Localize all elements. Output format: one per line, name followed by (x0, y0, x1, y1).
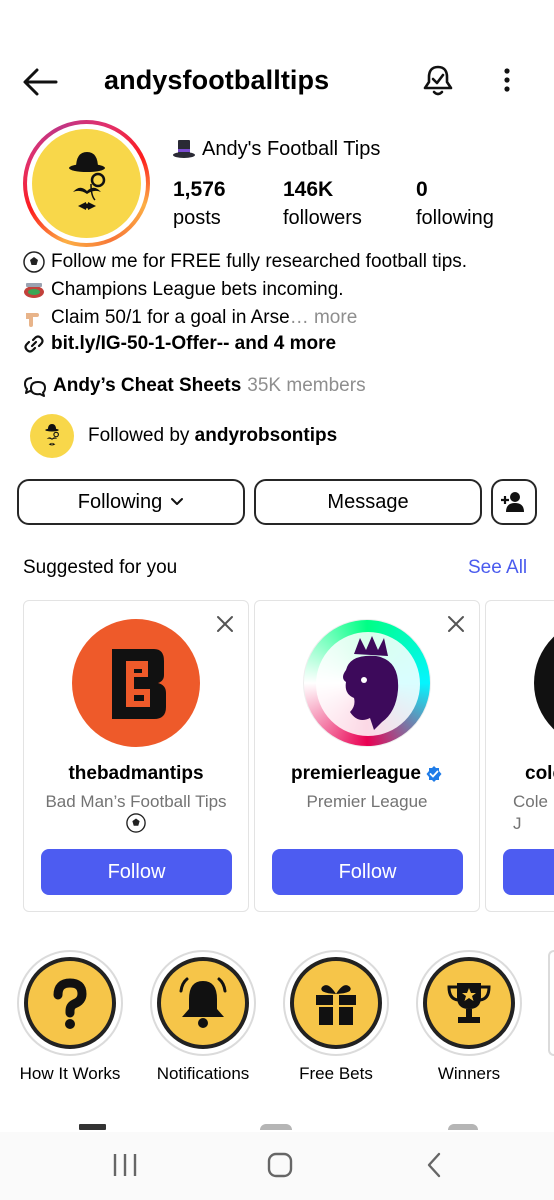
highlight-free-bets[interactable]: Free Bets (282, 950, 390, 1084)
highlight-how-it-works[interactable]: How It Works (16, 950, 124, 1084)
home-icon[interactable] (260, 1148, 300, 1182)
followers-label: followers (283, 207, 362, 229)
highlight-partial[interactable] (548, 950, 554, 1056)
bio-more-link[interactable]: … more (290, 307, 358, 328)
following-label: following (416, 207, 494, 229)
highlight-label: How It Works (19, 1064, 121, 1083)
community-name: Andy’s Cheat Sheets (53, 375, 242, 396)
suggestion-username[interactable]: cole (486, 763, 554, 785)
gentleman-mascot-icon (68, 151, 105, 210)
message-button-label: Message (327, 490, 409, 513)
grid-tab-icon[interactable] (79, 1124, 106, 1130)
bio-text-3: Claim 50/1 for a goal in Arse (51, 307, 290, 328)
bell-icon (179, 977, 227, 1028)
pointing-hand-icon (26, 313, 39, 327)
more-options-icon[interactable] (492, 60, 522, 100)
followed-by-prefix: Followed by (88, 425, 195, 446)
posts-count: 1,576 (173, 178, 226, 201)
bio-text-2: Champions League bets incoming. (51, 279, 344, 300)
suggested-title: Suggested for you (23, 557, 178, 578)
top-hat-icon (173, 140, 195, 158)
soccer-ball-icon (23, 251, 45, 273)
following-button-label: Following (77, 490, 163, 513)
recent-apps-icon[interactable] (105, 1148, 145, 1182)
profile-username: andysfootballtips (104, 65, 330, 95)
profile-display-name: Andy's Football Tips (172, 136, 380, 162)
suggestion-avatar[interactable] (534, 619, 554, 747)
bio-text-1: Follow me for FREE fully researched foot… (51, 251, 468, 272)
question-mark-icon (53, 978, 87, 1029)
highlight-label: Free Bets (299, 1064, 373, 1083)
premier-league-lion-icon (316, 632, 420, 736)
bio-link-text[interactable]: bit.ly/IG-50-1-Offer-- and 4 more (51, 330, 336, 358)
chat-bubbles-icon (24, 377, 46, 397)
suggestion-username-text: premierleague (291, 763, 421, 784)
community-row[interactable]: Andy’s Cheat Sheets 35K members (23, 372, 366, 400)
tagged-tab-icon[interactable] (448, 1124, 478, 1130)
add-user-icon (501, 492, 524, 512)
follower-avatar (30, 414, 74, 458)
posts-stat[interactable]: 1,576 posts (173, 176, 226, 232)
suggestion-username-text: thebadmantips (68, 763, 204, 784)
highlight-notifications[interactable]: Notifications (149, 950, 257, 1084)
profile-avatar[interactable] (23, 120, 150, 247)
suggestion-avatar[interactable] (303, 619, 431, 747)
posts-label: posts (173, 207, 221, 229)
soccer-ball-icon (126, 813, 146, 833)
suggestion-username[interactable]: premierleague (255, 763, 479, 785)
followers-stat[interactable]: 146K followers (283, 176, 362, 232)
system-back-icon[interactable] (415, 1148, 455, 1182)
bio-line-2: Champions League bets incoming. (23, 276, 344, 304)
suggestion-username-text: cole (525, 763, 554, 784)
follow-button[interactable]: Follow (272, 849, 463, 895)
suggestion-card[interactable]: premierleague Premier League Follow (254, 600, 480, 912)
suggestion-subtitle: Premier League (306, 792, 428, 811)
bio-line-3: Claim 50/1 for a goal in Arse… more (23, 304, 357, 332)
followed-by-row[interactable]: Followed by andyrobsontips (30, 414, 337, 458)
verified-badge-icon (426, 766, 442, 782)
followed-by-user[interactable]: andyrobsontips (195, 425, 338, 446)
suggestion-subtitle: Bad Man’s Football Tips (24, 791, 248, 839)
suggestion-subtitle-text: Bad Man’s Football Tips (45, 792, 227, 811)
follow-button[interactable]: Follow (41, 849, 232, 895)
chevron-down-icon (171, 498, 184, 505)
highlight-winners[interactable]: Winners (415, 950, 523, 1084)
add-user-button[interactable] (491, 479, 537, 525)
gentleman-mascot-icon (45, 424, 59, 446)
close-icon[interactable] (445, 613, 467, 635)
notification-bell-icon[interactable] (418, 60, 458, 100)
following-stat[interactable]: 0 following (416, 176, 494, 232)
followers-count: 146K (283, 178, 334, 201)
message-button[interactable]: Message (254, 479, 482, 525)
trophy-icon (447, 983, 491, 1023)
back-arrow-icon[interactable] (20, 62, 60, 102)
link-icon (24, 335, 44, 353)
following-button[interactable]: Following (17, 479, 245, 525)
display-name-text: Andy's Football Tips (202, 138, 381, 160)
suggestion-card[interactable]: thebadmantips Bad Man’s Football Tips Fo… (23, 600, 249, 912)
follow-button[interactable] (503, 849, 554, 895)
community-members: 35K members (247, 375, 366, 396)
see-all-link[interactable]: See All (468, 557, 527, 579)
bio-link-row[interactable]: bit.ly/IG-50-1-Offer-- and 4 more (23, 330, 336, 358)
suggestion-card[interactable]: cole Cole J (485, 600, 554, 912)
suggestion-username[interactable]: thebadmantips (24, 763, 248, 785)
close-icon[interactable] (214, 613, 236, 635)
suggestion-subtitle: Cole J (513, 792, 548, 833)
highlight-label: Notifications (156, 1064, 250, 1083)
stadium-icon (24, 283, 44, 298)
bio-line-1: Follow me for FREE fully researched foot… (23, 248, 467, 276)
suggestion-avatar[interactable] (72, 619, 200, 747)
gift-icon (316, 985, 356, 1025)
reels-tab-icon[interactable] (260, 1124, 292, 1130)
following-count: 0 (416, 178, 428, 201)
highlight-label: Winners (437, 1064, 501, 1083)
badman-logo-icon (112, 649, 166, 719)
